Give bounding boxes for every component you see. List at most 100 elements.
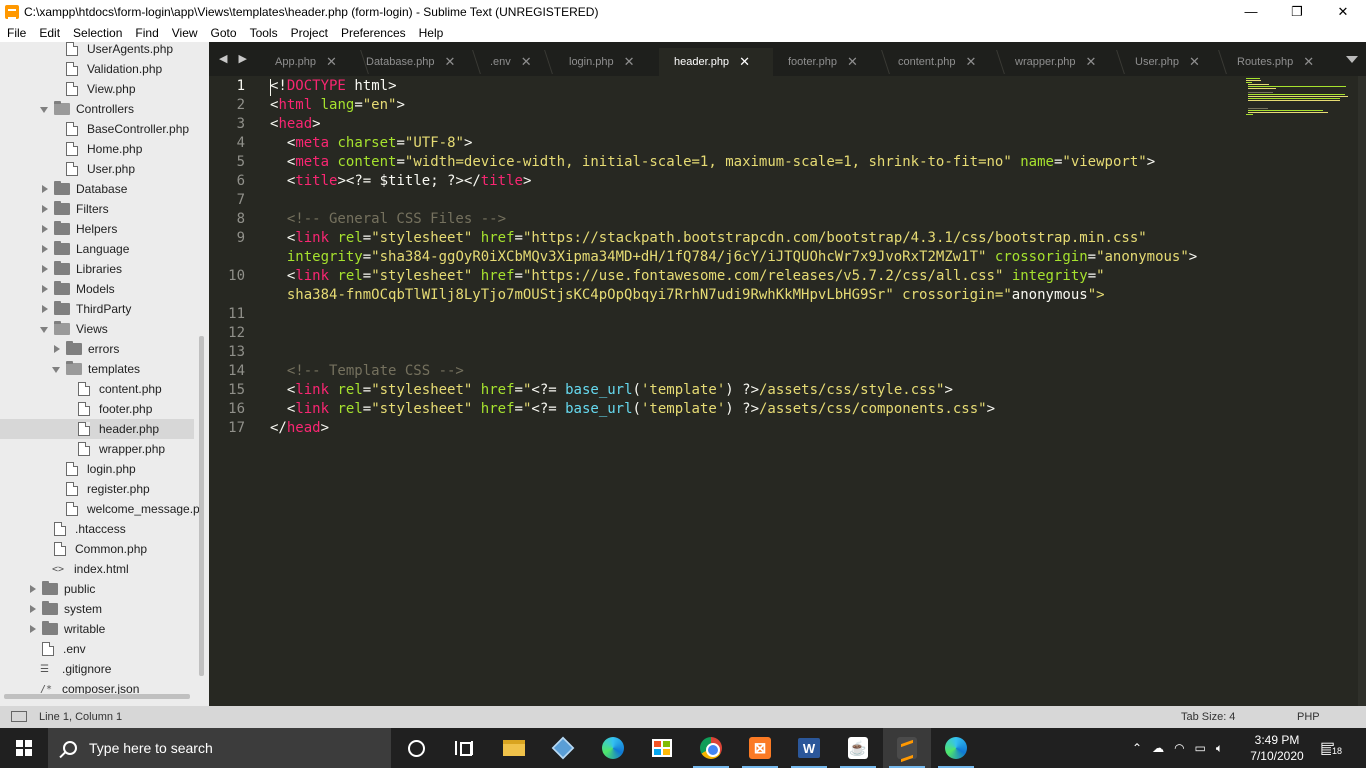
code-line[interactable]: <link rel="stylesheet" href="https://use… bbox=[270, 268, 1105, 284]
taskbar-search[interactable]: Type here to search bbox=[48, 728, 391, 768]
sidebar-item-filters[interactable]: Filters bbox=[40, 199, 109, 219]
chevron-right-icon[interactable] bbox=[40, 304, 50, 314]
notification-center[interactable]: ▤ 18 bbox=[1320, 736, 1344, 760]
minimize-button[interactable]: — bbox=[1228, 0, 1274, 23]
tab-menu-icon[interactable] bbox=[1346, 56, 1358, 63]
menu-file[interactable]: File bbox=[0, 26, 32, 40]
sidebar-vertical-scrollbar[interactable] bbox=[199, 336, 204, 676]
close-icon[interactable]: ✕ bbox=[445, 54, 456, 70]
sidebar-item-wrapper[interactable]: wrapper.php bbox=[76, 439, 165, 459]
tab-header[interactable]: header.php ✕ bbox=[659, 48, 773, 76]
close-icon[interactable]: ✕ bbox=[966, 54, 977, 70]
sidebar-item-gitignore[interactable]: ☰ .gitignore bbox=[40, 659, 111, 679]
edge-beta-button[interactable] bbox=[932, 728, 980, 768]
close-icon[interactable]: ✕ bbox=[1303, 54, 1314, 70]
menu-find[interactable]: Find bbox=[128, 26, 164, 40]
code-line[interactable]: <meta charset="UTF-8"> bbox=[270, 135, 473, 151]
close-icon[interactable]: ✕ bbox=[326, 54, 337, 70]
close-button[interactable]: ✕ bbox=[1320, 0, 1366, 23]
code-line[interactable]: <html lang="en"> bbox=[270, 97, 405, 113]
sidebar-item-validation[interactable]: Validation.php bbox=[64, 59, 162, 79]
battery-icon[interactable]: ▭ bbox=[1195, 741, 1206, 755]
chevron-down-icon[interactable] bbox=[40, 104, 50, 114]
close-icon[interactable]: ✕ bbox=[1086, 54, 1097, 70]
tab-footer[interactable]: footer.php ✕ bbox=[788, 48, 858, 76]
sidebar-item-content[interactable]: content.php bbox=[76, 379, 162, 399]
onedrive-icon[interactable]: ☁ bbox=[1152, 741, 1164, 755]
menu-help[interactable]: Help bbox=[412, 26, 450, 40]
sidebar-item-env[interactable]: .env bbox=[40, 639, 86, 659]
edge-button[interactable] bbox=[589, 728, 637, 768]
sidebar-item-models[interactable]: Models bbox=[40, 279, 115, 299]
chevron-right-icon[interactable] bbox=[52, 344, 62, 354]
close-icon[interactable]: ✕ bbox=[624, 54, 635, 70]
sidebar-item-htaccess[interactable]: .htaccess bbox=[52, 519, 126, 539]
close-icon[interactable]: ✕ bbox=[521, 54, 532, 70]
task-view-button[interactable] bbox=[440, 728, 488, 768]
tab-user[interactable]: User.php ✕ bbox=[1135, 48, 1200, 76]
menu-edit[interactable]: Edit bbox=[32, 26, 66, 40]
code-line[interactable]: <!-- Template CSS --> bbox=[270, 363, 464, 379]
sidebar-item-language[interactable]: Language bbox=[40, 239, 129, 259]
sidebar-item-libraries[interactable]: Libraries bbox=[40, 259, 122, 279]
virtualbox-button[interactable] bbox=[539, 728, 587, 768]
sublime-button[interactable] bbox=[883, 728, 931, 768]
store-button[interactable] bbox=[638, 728, 686, 768]
sidebar-item-database[interactable]: Database bbox=[40, 179, 127, 199]
chevron-right-icon[interactable] bbox=[28, 604, 38, 614]
chevron-right-icon[interactable] bbox=[28, 584, 38, 594]
sidebar-item-common[interactable]: Common.php bbox=[52, 539, 147, 559]
maximize-button[interactable]: ❐ bbox=[1274, 0, 1320, 23]
code-line[interactable]: <head> bbox=[270, 116, 321, 132]
cursor-position[interactable]: Line 1, Column 1 bbox=[39, 711, 122, 723]
chevron-right-icon[interactable] bbox=[40, 224, 50, 234]
chevron-down-icon[interactable] bbox=[52, 364, 62, 374]
tab-content[interactable]: content.php ✕ bbox=[898, 48, 976, 76]
sidebar-item-home[interactable]: Home.php bbox=[64, 139, 142, 159]
sidebar-item-register[interactable]: register.php bbox=[64, 479, 150, 499]
sidebar-item-user[interactable]: User.php bbox=[64, 159, 135, 179]
chevron-right-icon[interactable] bbox=[40, 284, 50, 294]
tab-database[interactable]: Database.php ✕ bbox=[366, 48, 455, 76]
close-icon[interactable]: ✕ bbox=[1189, 54, 1200, 70]
minimap[interactable] bbox=[1246, 76, 1356, 116]
code-line[interactable]: integrity="sha384-ggOyR0iXCbMQv3Xipma34M… bbox=[270, 249, 1197, 265]
sidebar-item-login[interactable]: login.php bbox=[64, 459, 136, 479]
file-explorer-button[interactable] bbox=[490, 728, 538, 768]
menu-selection[interactable]: Selection bbox=[66, 26, 128, 40]
tab-nav-arrows[interactable]: ◀ ▶ bbox=[219, 52, 251, 65]
volume-icon[interactable]: 🔈︎ bbox=[1216, 741, 1223, 756]
chevron-right-icon[interactable] bbox=[40, 264, 50, 274]
code-editor[interactable]: 1 2 3 4 5 6 7 8 9 10 11 12 13 14 15 16 17 <!DOCTYPE html… bbox=[209, 76, 1366, 706]
tab-app[interactable]: App.php ✕ bbox=[275, 48, 337, 76]
chrome-button[interactable] bbox=[687, 728, 735, 768]
close-icon[interactable]: ✕ bbox=[847, 54, 858, 70]
start-button[interactable] bbox=[0, 728, 48, 768]
sidebar-item-index-html[interactable]: <> index.html bbox=[52, 559, 129, 579]
sidebar-item-writable[interactable]: writable bbox=[28, 619, 105, 639]
menu-project[interactable]: Project bbox=[284, 26, 334, 40]
sidebar-item-welcome-message[interactable]: welcome_message.p bbox=[64, 499, 200, 519]
taskbar-clock[interactable]: 3:49 PM 7/10/2020 bbox=[1242, 732, 1312, 764]
tab-routes[interactable]: Routes.php ✕ bbox=[1237, 48, 1314, 76]
chevron-down-icon[interactable] bbox=[40, 324, 50, 334]
panel-toggle-icon[interactable] bbox=[11, 711, 27, 722]
code-line[interactable]: <title><?= $title; ?></title> bbox=[270, 173, 532, 189]
sidebar-item-useragents[interactable]: UserAgents.php bbox=[64, 42, 173, 59]
chevron-up-icon[interactable]: ⌃ bbox=[1132, 741, 1142, 755]
sidebar-horizontal-scrollbar[interactable] bbox=[4, 694, 190, 699]
sidebar-item-views[interactable]: Views bbox=[40, 319, 108, 339]
sidebar-item-public[interactable]: public bbox=[28, 579, 95, 599]
tab-login[interactable]: login.php ✕ bbox=[569, 48, 635, 76]
sidebar-item-helpers[interactable]: Helpers bbox=[40, 219, 117, 239]
sidebar-item-basecontroller[interactable]: BaseController.php bbox=[64, 119, 189, 139]
wifi-icon[interactable]: ◠ bbox=[1174, 741, 1184, 755]
code-line[interactable]: </head> bbox=[270, 420, 329, 436]
sidebar-item-templates[interactable]: templates bbox=[52, 359, 140, 379]
close-icon[interactable]: ✕ bbox=[739, 54, 750, 70]
tab-size[interactable]: Tab Size: 4 bbox=[1181, 711, 1235, 723]
code-line[interactable]: <!DOCTYPE html> bbox=[270, 78, 397, 94]
code-line[interactable]: <link rel="stylesheet" href="<?= base_ur… bbox=[270, 401, 995, 417]
sidebar-item-header[interactable]: header.php bbox=[0, 419, 194, 439]
java-button[interactable]: ☕ bbox=[834, 728, 882, 768]
